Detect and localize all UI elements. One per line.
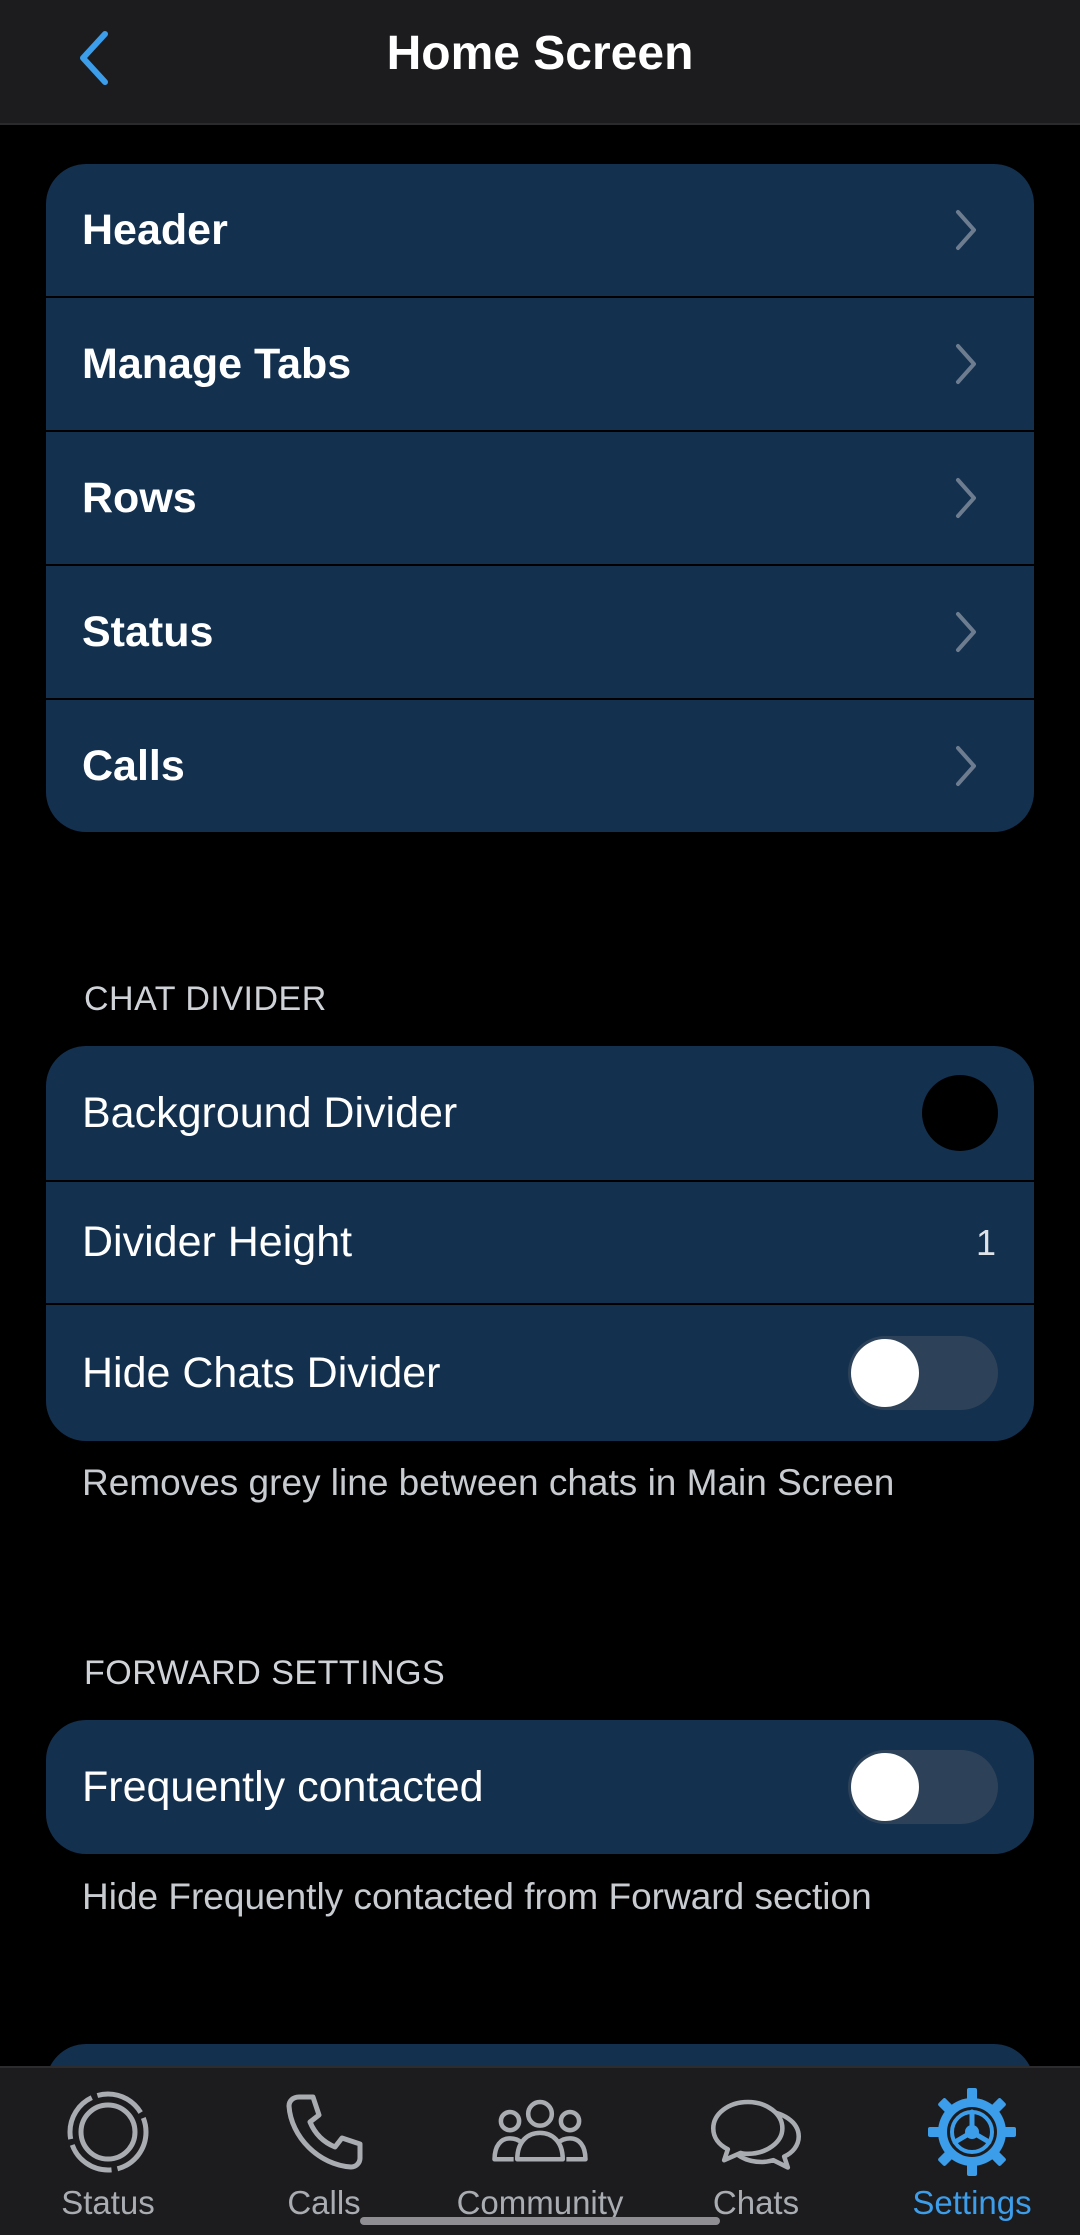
top-app-bar: Home Screen	[0, 0, 1080, 125]
forward-settings-footnote: Hide Frequently contacted from Forward s…	[82, 1876, 872, 1917]
forward-settings-card: Frequently contacted	[46, 1720, 1034, 1854]
row-status[interactable]: Status	[46, 566, 1034, 700]
phone-icon	[274, 2084, 374, 2180]
row-calls[interactable]: Calls	[46, 700, 1034, 832]
nav-label: Status	[61, 2184, 155, 2221]
nav-tab-settings[interactable]: Settings	[864, 2068, 1080, 2235]
page-title: Home Screen	[386, 27, 694, 80]
row-manage-tabs[interactable]: Manage Tabs	[46, 298, 1034, 432]
row-label: Hide Chats Divider	[82, 1348, 441, 1397]
row-label: Manage Tabs	[82, 339, 352, 388]
chats-icon	[706, 2084, 806, 2180]
nav-tab-calls[interactable]: Calls	[216, 2068, 432, 2235]
row-rows[interactable]: Rows	[46, 432, 1034, 566]
frequently-contacted-toggle[interactable]	[848, 1750, 998, 1824]
section-title-chat-divider: CHAT DIVIDER	[84, 980, 327, 1018]
row-divider-height[interactable]: Divider Height 1	[46, 1182, 1034, 1305]
chat-divider-footnote: Removes grey line between chats in Main …	[82, 1462, 895, 1503]
color-swatch[interactable]	[922, 1075, 998, 1151]
toggle-knob	[851, 1339, 919, 1407]
row-hide-chats-divider[interactable]: Hide Chats Divider	[46, 1305, 1034, 1441]
chevron-right-icon	[956, 210, 976, 250]
nav-label: Chats	[712, 2184, 800, 2221]
divider-height-value: 1	[975, 1221, 996, 1263]
row-label: Status	[82, 607, 214, 656]
toggle-knob	[851, 1753, 919, 1821]
nav-label: Calls	[287, 2184, 361, 2221]
nav-tab-chats[interactable]: Chats	[648, 2068, 864, 2235]
community-icon	[490, 2084, 590, 2180]
section-title-forward-settings: FORWARD SETTINGS	[84, 1654, 446, 1692]
row-label: Header	[82, 205, 228, 254]
chat-divider-card: Background Divider Divider Height 1 Hide…	[46, 1046, 1034, 1441]
chevron-right-icon	[956, 746, 976, 786]
status-icon	[58, 2084, 158, 2180]
chevron-right-icon	[956, 344, 976, 384]
nav-tab-status[interactable]: Status	[0, 2068, 216, 2235]
row-label: Divider Height	[82, 1218, 353, 1266]
home-indicator	[360, 2217, 720, 2225]
home-screen-options-card: Header Manage Tabs Rows Status Calls	[46, 164, 1034, 832]
chevron-right-icon	[956, 478, 976, 518]
row-header[interactable]: Header	[46, 164, 1034, 298]
row-frequently-contacted[interactable]: Frequently contacted	[46, 1720, 1034, 1854]
bottom-navigation: Status Calls Community Chats Settings	[0, 2066, 1080, 2235]
row-label: Calls	[82, 741, 185, 790]
hide-chats-divider-toggle[interactable]	[848, 1336, 998, 1410]
settings-icon	[922, 2084, 1022, 2180]
row-label: Frequently contacted	[82, 1762, 484, 1811]
row-label: Rows	[82, 473, 197, 522]
row-label: Background Divider	[82, 1088, 458, 1137]
nav-label: Settings	[912, 2184, 1032, 2221]
row-background-divider[interactable]: Background Divider	[46, 1046, 1034, 1182]
nav-tab-community[interactable]: Community	[432, 2068, 648, 2235]
chevron-right-icon	[956, 612, 976, 652]
